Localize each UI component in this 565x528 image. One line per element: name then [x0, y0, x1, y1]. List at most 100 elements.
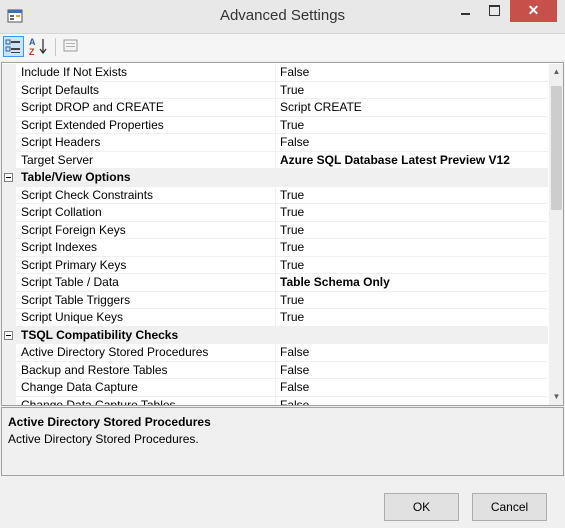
column-divider[interactable]: [275, 64, 276, 82]
close-button[interactable]: ✕: [510, 0, 557, 22]
vertical-scrollbar[interactable]: ▲ ▼: [549, 64, 563, 405]
property-row[interactable]: Script Collation True: [2, 204, 548, 222]
property-row[interactable]: Script Check Constraints True: [2, 186, 548, 204]
category-header[interactable]: Table/View Options: [2, 169, 548, 187]
row-margin: [2, 361, 16, 379]
property-value[interactable]: False: [280, 344, 546, 361]
column-divider[interactable]: [275, 309, 276, 327]
help-panel: Active Directory Stored Procedures Activ…: [1, 407, 564, 476]
property-value[interactable]: True: [280, 82, 546, 99]
column-divider[interactable]: [275, 256, 276, 274]
row-margin: [2, 221, 16, 239]
row-margin: [2, 204, 16, 222]
property-value[interactable]: True: [280, 117, 546, 134]
row-margin: [2, 116, 16, 134]
property-row[interactable]: Script DROP and CREATE Script CREATE: [2, 99, 548, 117]
property-value[interactable]: True: [280, 222, 546, 239]
property-value[interactable]: False: [280, 362, 546, 379]
column-divider[interactable]: [275, 361, 276, 379]
column-divider[interactable]: [275, 186, 276, 204]
property-value[interactable]: True: [280, 292, 546, 309]
collapse-icon[interactable]: [4, 173, 13, 182]
row-margin: [2, 151, 16, 169]
property-value[interactable]: Table Schema Only: [280, 274, 546, 291]
property-value[interactable]: Azure SQL Database Latest Preview V12: [280, 152, 546, 169]
row-margin: [2, 134, 16, 152]
property-name: Target Server: [21, 152, 94, 167]
row-margin: [2, 256, 16, 274]
categorized-icon: [5, 39, 20, 53]
property-row[interactable]: Script Defaults True: [2, 81, 548, 99]
column-divider[interactable]: [275, 379, 276, 397]
column-divider[interactable]: [275, 204, 276, 222]
property-grid[interactable]: Include If Not Exists False Script Default…: [1, 62, 564, 406]
property-row[interactable]: Active Directory Stored Procedures False: [2, 344, 548, 362]
alphabetical-button[interactable]: A Z: [28, 36, 49, 57]
scroll-thumb[interactable]: [551, 86, 562, 210]
column-divider[interactable]: [275, 291, 276, 309]
property-name: Active Directory Stored Procedures: [21, 345, 209, 359]
svg-text:Z: Z: [29, 47, 35, 57]
minimize-button[interactable]: [452, 0, 479, 22]
property-name: Script Unique Keys: [21, 310, 124, 324]
maximize-button[interactable]: [481, 0, 508, 22]
property-row[interactable]: Include If Not Exists False: [2, 64, 548, 82]
column-divider[interactable]: [275, 151, 276, 169]
maximize-icon: [489, 5, 500, 16]
property-row[interactable]: Script Table / Data Table Schema Only: [2, 274, 548, 292]
row-margin: [2, 274, 16, 292]
property-row[interactable]: Script Headers False: [2, 134, 548, 152]
property-value[interactable]: False: [280, 397, 546, 406]
column-divider[interactable]: [275, 396, 276, 405]
property-value[interactable]: False: [280, 134, 546, 151]
property-row[interactable]: Script Unique Keys True: [2, 309, 548, 327]
property-row[interactable]: Script Indexes True: [2, 239, 548, 257]
row-margin: [2, 81, 16, 99]
row-margin: [2, 99, 16, 117]
category-header[interactable]: TSQL Compatibility Checks: [2, 326, 548, 344]
column-divider[interactable]: [275, 99, 276, 117]
column-divider[interactable]: [275, 221, 276, 239]
property-pages-button[interactable]: [61, 36, 82, 57]
scroll-up-icon[interactable]: ▲: [549, 64, 563, 80]
property-name: Script Primary Keys: [21, 257, 127, 272]
property-value[interactable]: False: [280, 379, 546, 396]
property-name: Backup and Restore Tables: [21, 362, 168, 377]
column-divider[interactable]: [275, 274, 276, 292]
collapse-icon[interactable]: [4, 330, 13, 340]
property-value[interactable]: True: [280, 187, 546, 204]
categorized-button[interactable]: [3, 36, 24, 57]
column-divider[interactable]: [275, 116, 276, 134]
property-row[interactable]: Script Extended Properties True: [2, 116, 548, 134]
property-name: Change Data Capture: [21, 380, 138, 394]
property-row[interactable]: Script Foreign Keys True: [2, 221, 548, 239]
property-value[interactable]: True: [280, 309, 546, 326]
column-divider[interactable]: [275, 239, 276, 257]
property-row[interactable]: Change Data Capture Tables False: [2, 396, 548, 406]
ok-button[interactable]: OK: [384, 493, 459, 521]
property-name: Script Headers: [21, 135, 101, 149]
property-value[interactable]: True: [280, 239, 546, 256]
property-value[interactable]: Script CREATE: [280, 99, 546, 116]
property-value[interactable]: True: [280, 257, 546, 274]
property-name: Script Foreign Keys: [21, 222, 126, 237]
column-divider[interactable]: [275, 344, 276, 362]
property-row[interactable]: Target Server Azure SQL Database Latest P…: [2, 151, 548, 169]
row-margin: [2, 239, 16, 257]
alphabetical-sort-icon: A Z: [29, 37, 47, 57]
cancel-button[interactable]: Cancel: [472, 493, 547, 521]
property-row[interactable]: Script Table Triggers True: [2, 291, 548, 309]
property-row[interactable]: Script Primary Keys True: [2, 256, 548, 274]
toolbar: A Z: [0, 34, 565, 60]
help-title: Active Directory Stored Procedures: [8, 415, 211, 429]
scroll-down-icon[interactable]: ▼: [549, 389, 563, 405]
property-name: Script Extended Properties: [21, 117, 164, 132]
property-value[interactable]: True: [280, 204, 546, 221]
property-value[interactable]: False: [280, 64, 546, 81]
column-divider[interactable]: [275, 81, 276, 99]
property-row[interactable]: Backup and Restore Tables False: [2, 361, 548, 379]
column-divider[interactable]: [275, 134, 276, 152]
title-bar[interactable]: Advanced Settings ✕: [0, 0, 565, 34]
property-name: Script Table Triggers: [21, 292, 131, 307]
property-row[interactable]: Change Data Capture False: [2, 379, 548, 397]
